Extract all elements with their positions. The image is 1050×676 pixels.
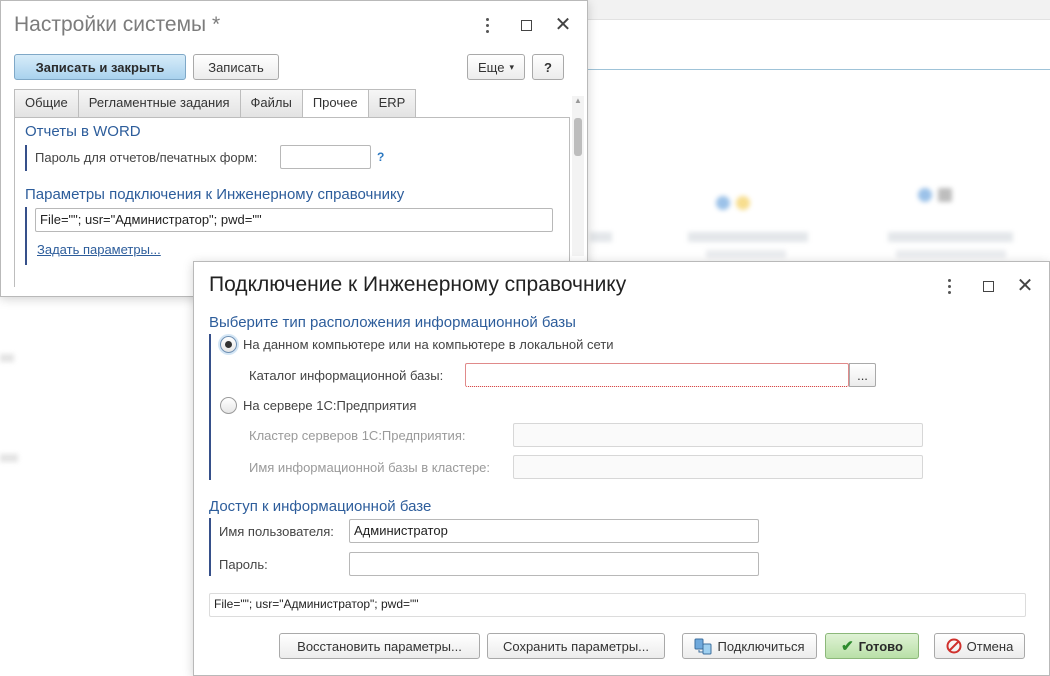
background-node-icon <box>716 196 750 213</box>
section-title-location: Выберите тип расположения информационной… <box>209 314 576 331</box>
dialog-more-actions-icon[interactable] <box>938 275 960 297</box>
settings-scroll-thumb[interactable] <box>574 118 582 156</box>
more-button-label: Еще <box>478 59 505 75</box>
section-title-word-reports: Отчеты в WORD <box>25 123 141 140</box>
radio-local-computer-label[interactable]: На данном компьютере или на компьютере в… <box>243 337 614 352</box>
background-node-label <box>706 250 786 258</box>
ib-name-input[interactable] <box>513 455 923 479</box>
settings-more-actions-icon[interactable] <box>476 14 498 36</box>
section-title-access: Доступ к информационной базе <box>209 498 432 515</box>
background-node-label <box>888 232 1013 242</box>
settings-scrollbar[interactable]: ▲ <box>572 96 584 256</box>
catalog-label: Каталог информационной базы: <box>249 368 444 383</box>
cancel-button[interactable]: Отмена <box>934 633 1025 659</box>
help-button[interactable]: ? <box>532 54 564 80</box>
report-password-label: Пароль для отчетов/печатных форм: <box>35 150 258 165</box>
radio-enterprise-server-label[interactable]: На сервере 1С:Предприятия <box>243 398 416 413</box>
settings-window: Настройки системы * ✕ Записать и закрыть… <box>0 0 588 297</box>
background-side-text <box>0 354 14 362</box>
done-button-label: Готово <box>858 638 903 654</box>
tab-erp[interactable]: ERP <box>367 89 417 117</box>
radio-enterprise-server[interactable] <box>220 397 237 414</box>
background-side-text <box>0 454 18 462</box>
dialog-close-icon[interactable]: ✕ <box>1014 275 1036 297</box>
chevron-down-icon: ▾ <box>509 61 514 72</box>
settings-close-icon[interactable]: ✕ <box>552 14 574 36</box>
cancel-icon <box>946 638 962 655</box>
checkmark-icon: ✔ <box>841 638 854 655</box>
background-node-icon <box>918 188 952 205</box>
background-toolbar <box>588 0 1050 20</box>
background-node-label <box>590 232 612 242</box>
background-divider <box>588 69 1050 70</box>
settings-maximize-icon[interactable] <box>515 14 537 36</box>
scroll-up-icon[interactable]: ▲ <box>574 96 582 105</box>
catalog-browse-button[interactable]: ... <box>849 363 876 387</box>
more-dropdown-button[interactable]: Еще ▾ <box>467 54 525 80</box>
dialog-connection-string-field[interactable]: File=""; usr="Администратор"; pwd="" <box>209 593 1026 617</box>
tab-files[interactable]: Файлы <box>239 89 303 117</box>
catalog-input[interactable] <box>465 363 849 387</box>
report-password-input[interactable] <box>280 145 371 169</box>
save-button[interactable]: Записать <box>193 54 279 80</box>
group-bar <box>209 334 211 480</box>
connect-button[interactable]: Подключиться <box>682 633 817 659</box>
settings-window-title: Настройки системы * <box>14 13 221 36</box>
username-input[interactable]: Администратор <box>349 519 759 543</box>
cancel-button-label: Отмена <box>966 638 1014 654</box>
dialog-maximize-icon[interactable] <box>977 275 999 297</box>
cluster-label: Кластер серверов 1С:Предприятия: <box>249 428 466 443</box>
restore-parameters-button[interactable]: Восстановить параметры... <box>279 633 480 659</box>
connection-dialog: Подключение к Инженерному справочнику ✕ … <box>193 261 1050 676</box>
password-label: Пароль: <box>219 557 268 572</box>
save-parameters-button[interactable]: Сохранить параметры... <box>487 633 665 659</box>
connect-icon <box>694 637 712 655</box>
connection-dialog-title: Подключение к Инженерному справочнику <box>209 273 627 296</box>
radio-local-computer[interactable] <box>220 336 237 353</box>
cluster-input[interactable] <box>513 423 923 447</box>
ib-name-label: Имя информационной базы в кластере: <box>249 460 491 475</box>
tab-other[interactable]: Прочее <box>301 89 369 118</box>
report-password-help-link[interactable]: ? <box>377 150 384 164</box>
connect-button-label: Подключиться <box>717 638 805 654</box>
group-bar <box>209 518 211 576</box>
section-title-connection-params: Параметры подключения к Инженерному спра… <box>25 186 405 203</box>
background-node-label <box>688 232 808 242</box>
tab-scheduled-jobs[interactable]: Регламентные задания <box>77 89 241 117</box>
background-node-label <box>896 250 1006 258</box>
save-and-close-button[interactable]: Записать и закрыть <box>14 54 186 80</box>
settings-tabs: Общие Регламентные задания Файлы Прочее … <box>14 89 417 118</box>
tab-general[interactable]: Общие <box>14 89 79 117</box>
password-input[interactable] <box>349 552 759 576</box>
username-label: Имя пользователя: <box>219 524 334 539</box>
done-button[interactable]: ✔ Готово <box>825 633 919 659</box>
group-bar <box>25 207 27 265</box>
connection-string-field[interactable]: File=""; usr="Администратор"; pwd="" <box>35 208 553 232</box>
group-bar <box>25 145 27 171</box>
set-parameters-link[interactable]: Задать параметры... <box>37 242 161 257</box>
